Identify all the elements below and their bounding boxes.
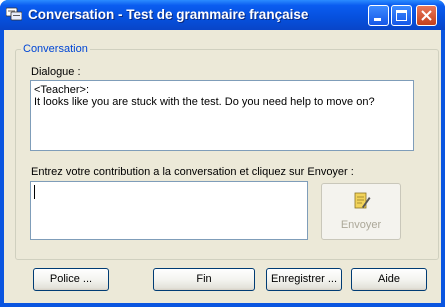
chat-icon [6, 7, 22, 21]
minimize-button[interactable] [368, 5, 389, 26]
dialogue-message: It looks like you are stuck with the tes… [34, 96, 375, 108]
end-button[interactable]: Fin [153, 268, 255, 291]
title-bar[interactable]: Conversation - Test de grammaire françai… [0, 0, 445, 30]
close-button[interactable] [416, 5, 437, 26]
window-client-area: Conversation Dialogue : <Teacher>: It lo… [4, 30, 441, 303]
conversation-group-legend: Conversation [23, 43, 88, 55]
dialogue-label: Dialogue : [31, 66, 81, 78]
close-icon [421, 10, 432, 21]
dialogue-content: <Teacher>: It looks like you are stuck w… [31, 81, 413, 111]
contribution-input[interactable] [30, 181, 308, 240]
text-caret [34, 185, 35, 199]
dialogue-speaker: <Teacher>: [34, 84, 90, 96]
contribution-label: Entrez votre contribution a la conversat… [31, 166, 354, 178]
maximize-icon [396, 10, 407, 21]
help-button[interactable]: Aide [351, 268, 427, 291]
maximize-button[interactable] [391, 5, 412, 26]
notepad-pen-icon [354, 192, 371, 209]
window-title: Conversation - Test de grammaire françai… [28, 7, 309, 22]
send-button-label: Envoyer [340, 219, 382, 231]
app-window: Conversation - Test de grammaire françai… [0, 0, 445, 307]
font-button[interactable]: Police ... [33, 268, 109, 291]
send-button[interactable]: Envoyer [321, 183, 401, 240]
save-button[interactable]: Enregistrer ... [266, 268, 342, 291]
dialogue-textbox[interactable]: <Teacher>: It looks like you are stuck w… [30, 80, 414, 151]
minimize-icon [374, 18, 381, 21]
